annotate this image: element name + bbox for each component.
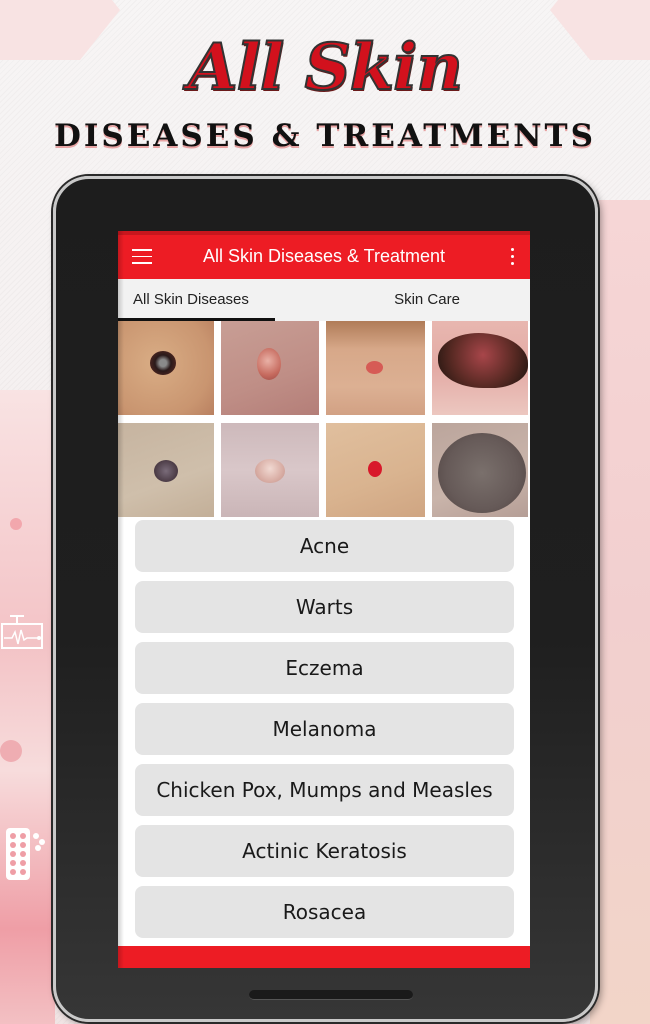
screen-edge-shadow bbox=[118, 231, 124, 968]
tablet-home-bar bbox=[249, 990, 413, 1000]
pill-blister-icon bbox=[6, 828, 45, 880]
image-gallery bbox=[118, 321, 530, 517]
gallery-image-1[interactable] bbox=[118, 321, 214, 415]
decor-panel bbox=[590, 200, 650, 1024]
disease-item-actinic-keratosis[interactable]: Actinic Keratosis bbox=[135, 825, 514, 877]
disease-item-warts[interactable]: Warts bbox=[135, 581, 514, 633]
decor-dot bbox=[10, 518, 22, 530]
disease-list: Acne Warts Eczema Melanoma Chicken Pox, … bbox=[135, 520, 514, 947]
app-bar: All Skin Diseases & Treatment bbox=[118, 231, 530, 279]
decor-panel bbox=[0, 390, 55, 1024]
disease-item-acne[interactable]: Acne bbox=[135, 520, 514, 572]
app-screen: All Skin Diseases & Treatment All Skin D… bbox=[118, 231, 530, 968]
gallery-image-8[interactable] bbox=[432, 422, 528, 517]
ecg-monitor-icon bbox=[1, 615, 43, 649]
tab-bar: All Skin Diseases Skin Care bbox=[118, 279, 530, 321]
bottom-bar bbox=[118, 946, 530, 968]
promo-headline: All Skin bbox=[187, 29, 464, 106]
disease-item-rosacea[interactable]: Rosacea bbox=[135, 886, 514, 938]
gallery-image-5[interactable] bbox=[118, 422, 214, 517]
gallery-image-3[interactable] bbox=[326, 321, 425, 415]
promo-subheadline: DISEASES & TREATMENTS bbox=[53, 118, 597, 154]
gallery-image-2[interactable] bbox=[221, 321, 319, 415]
more-vertical-icon[interactable] bbox=[510, 248, 516, 268]
tab-skin-care[interactable]: Skin Care bbox=[324, 279, 530, 321]
gallery-image-7[interactable] bbox=[326, 422, 425, 517]
tab-all-skin-diseases[interactable]: All Skin Diseases bbox=[118, 279, 324, 321]
disease-item-chicken-pox[interactable]: Chicken Pox, Mumps and Measles bbox=[135, 764, 514, 816]
disease-item-melanoma[interactable]: Melanoma bbox=[135, 703, 514, 755]
gallery-image-6[interactable] bbox=[221, 422, 319, 517]
app-title: All Skin Diseases & Treatment bbox=[202, 246, 446, 266]
gallery-image-4[interactable] bbox=[432, 321, 528, 415]
disease-item-eczema[interactable]: Eczema bbox=[135, 642, 514, 694]
decor-dot bbox=[0, 740, 22, 762]
